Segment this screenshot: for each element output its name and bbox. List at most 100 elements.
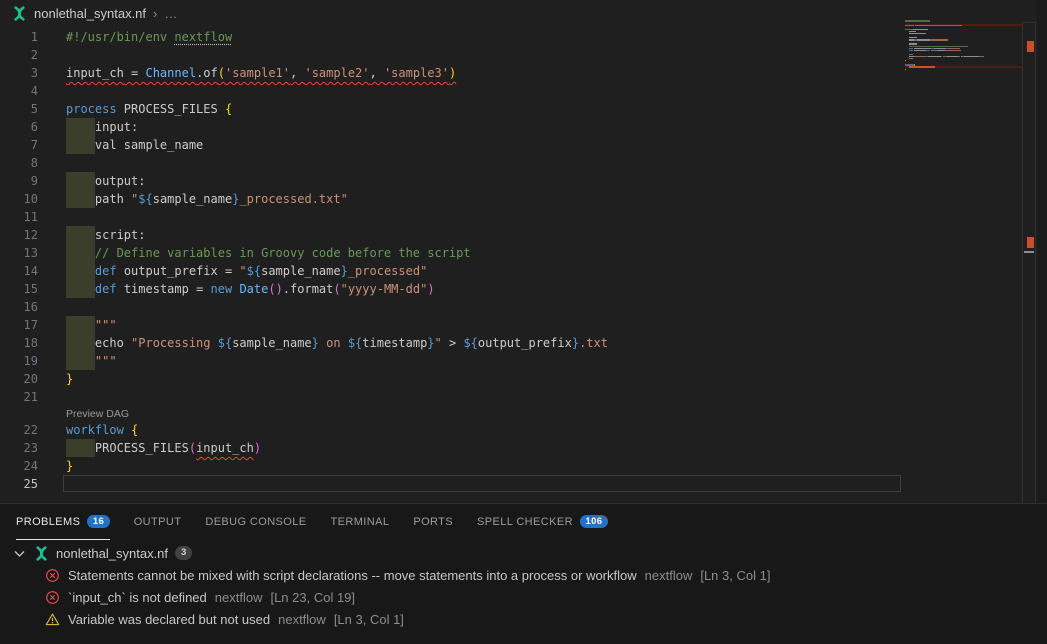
error-icon	[45, 590, 60, 605]
code-line[interactable]: 22workflow {	[0, 421, 905, 439]
overview-ruler[interactable]	[1022, 22, 1036, 503]
line-number[interactable]: 12	[0, 228, 38, 242]
code-editor[interactable]: 1#!/usr/bin/env nextflow 2 3input_ch = Cha…	[0, 26, 905, 503]
code-line[interactable]: 12 script:	[0, 226, 905, 244]
problem-row[interactable]: `input_ch` is not definednextflow[Ln 23,…	[0, 586, 1047, 608]
line-number[interactable]: 10	[0, 192, 38, 206]
problems-filename: nonlethal_syntax.nf	[56, 546, 168, 561]
code-token: PROCESS_FILES	[95, 441, 189, 455]
code-token: (	[333, 282, 340, 296]
code-line[interactable]: 13 // Define variables in Groovy code be…	[0, 244, 905, 262]
code-token: new	[211, 282, 233, 296]
code-token	[66, 282, 95, 296]
line-number[interactable]: 13	[0, 246, 38, 260]
breadcrumb-ellipsis[interactable]: …	[164, 6, 177, 21]
line-number[interactable]: 3	[0, 66, 38, 80]
code-line[interactable]: 3input_ch = Channel.of('sample1', 'sampl…	[0, 64, 905, 82]
code-token: {	[225, 102, 232, 116]
code-line[interactable]: 11	[0, 208, 905, 226]
code-token	[66, 441, 95, 455]
tab-badge: 16	[87, 515, 109, 529]
line-number[interactable]: 21	[0, 390, 38, 404]
problem-row[interactable]: Variable was declared but not usednextfl…	[0, 608, 1047, 630]
problem-location: [Ln 23, Col 19]	[270, 590, 355, 605]
code-line[interactable]: 10 path "${sample_name}_processed.txt"	[0, 190, 905, 208]
code-token: >	[442, 336, 464, 350]
codelens-preview-dag[interactable]: Preview DAG	[66, 408, 129, 420]
code-line[interactable]: 5process PROCESS_FILES {	[0, 100, 905, 118]
line-number[interactable]: 18	[0, 336, 38, 350]
code-line-content: // Define variables in Groovy code befor…	[66, 244, 905, 262]
code-token: // Define variables in Groovy code befor…	[95, 246, 471, 260]
line-number[interactable]: 2	[0, 48, 38, 62]
panel-tab-ports[interactable]: PORTS	[413, 504, 453, 540]
code-line[interactable]: 2	[0, 46, 905, 64]
code-line[interactable]: 6 input:	[0, 118, 905, 136]
code-token: _processed"	[348, 264, 427, 278]
line-number[interactable]: 25	[0, 477, 38, 491]
code-line[interactable]: 16	[0, 298, 905, 316]
chevron-down-icon[interactable]	[12, 546, 27, 561]
line-number[interactable]: 15	[0, 282, 38, 296]
code-line[interactable]: 9 output:	[0, 172, 905, 190]
code-line[interactable]: 4	[0, 82, 905, 100]
code-token: def	[95, 264, 117, 278]
breadcrumb[interactable]: nonlethal_syntax.nf › …	[0, 0, 1022, 26]
code-line[interactable]: 19 """	[0, 352, 905, 370]
code-token: timestamp =	[117, 282, 211, 296]
line-number[interactable]: 19	[0, 354, 38, 368]
code-line[interactable]: 20}	[0, 370, 905, 388]
tab-label: PROBLEMS	[16, 516, 80, 528]
panel-tab-spell-checker[interactable]: SPELL CHECKER106	[477, 504, 608, 540]
problems-tree: nonlethal_syntax.nf 3 Statements cannot …	[0, 542, 1047, 630]
panel-tab-debug-console[interactable]: DEBUG CONSOLE	[205, 504, 306, 540]
line-number[interactable]: 5	[0, 102, 38, 116]
code-token: )	[427, 282, 434, 296]
problem-location: [Ln 3, Col 1]	[334, 612, 404, 627]
line-number[interactable]: 4	[0, 84, 38, 98]
panel-tab-terminal[interactable]: TERMINAL	[331, 504, 390, 540]
code-line[interactable]: 15 def timestamp = new Date().format("yy…	[0, 280, 905, 298]
line-number[interactable]: 1	[0, 30, 38, 44]
code-token: input_ch	[196, 441, 254, 455]
code-line[interactable]: 18 echo "Processing ${sample_name} on ${…	[0, 334, 905, 352]
line-number[interactable]: 23	[0, 441, 38, 455]
code-line[interactable]: 21	[0, 388, 905, 406]
line-number[interactable]: 6	[0, 120, 38, 134]
line-number[interactable]: 7	[0, 138, 38, 152]
line-number[interactable]: 8	[0, 156, 38, 170]
warning-icon	[45, 612, 60, 627]
line-number[interactable]: 24	[0, 459, 38, 473]
line-number[interactable]: 16	[0, 300, 38, 314]
code-line[interactable]: 25	[0, 475, 905, 493]
code-line[interactable]: 1#!/usr/bin/env nextflow	[0, 28, 905, 46]
problem-message: `input_ch` is not defined	[68, 590, 207, 605]
line-number[interactable]: 20	[0, 372, 38, 386]
panel-tab-output[interactable]: OUTPUT	[134, 504, 182, 540]
code-line[interactable]: 7 val sample_name	[0, 136, 905, 154]
line-number[interactable]: 17	[0, 318, 38, 332]
line-number[interactable]: 14	[0, 264, 38, 278]
panel-tab-problems[interactable]: PROBLEMS 16	[16, 504, 110, 540]
problems-file-row[interactable]: nonlethal_syntax.nf 3	[0, 542, 1047, 564]
code-line-content	[66, 46, 905, 64]
code-line-content: }	[66, 370, 905, 388]
line-number[interactable]: 9	[0, 174, 38, 188]
vscode-window: nonlethal_syntax.nf › … 1#!/usr/bin/env …	[0, 0, 1047, 644]
code-line[interactable]: 23 PROCESS_FILES(input_ch)	[0, 439, 905, 457]
code-token: Channel	[145, 66, 196, 80]
line-number[interactable]: 22	[0, 423, 38, 437]
code-line[interactable]: 17 """	[0, 316, 905, 334]
tab-badge: 106	[580, 515, 608, 529]
breadcrumb-filename[interactable]: nonlethal_syntax.nf	[34, 6, 146, 21]
overview-cursor-marker	[1024, 251, 1034, 253]
code-token: sample_name	[232, 336, 311, 350]
code-token: ()	[268, 282, 282, 296]
overview-error-marker	[1027, 41, 1034, 52]
code-line[interactable]: 24}	[0, 457, 905, 475]
problem-row[interactable]: Statements cannot be mixed with script d…	[0, 564, 1047, 586]
code-line[interactable]: 8	[0, 154, 905, 172]
minimap[interactable]	[905, 20, 1022, 100]
code-line[interactable]: 14 def output_prefix = "${sample_name}_p…	[0, 262, 905, 280]
line-number[interactable]: 11	[0, 210, 38, 224]
